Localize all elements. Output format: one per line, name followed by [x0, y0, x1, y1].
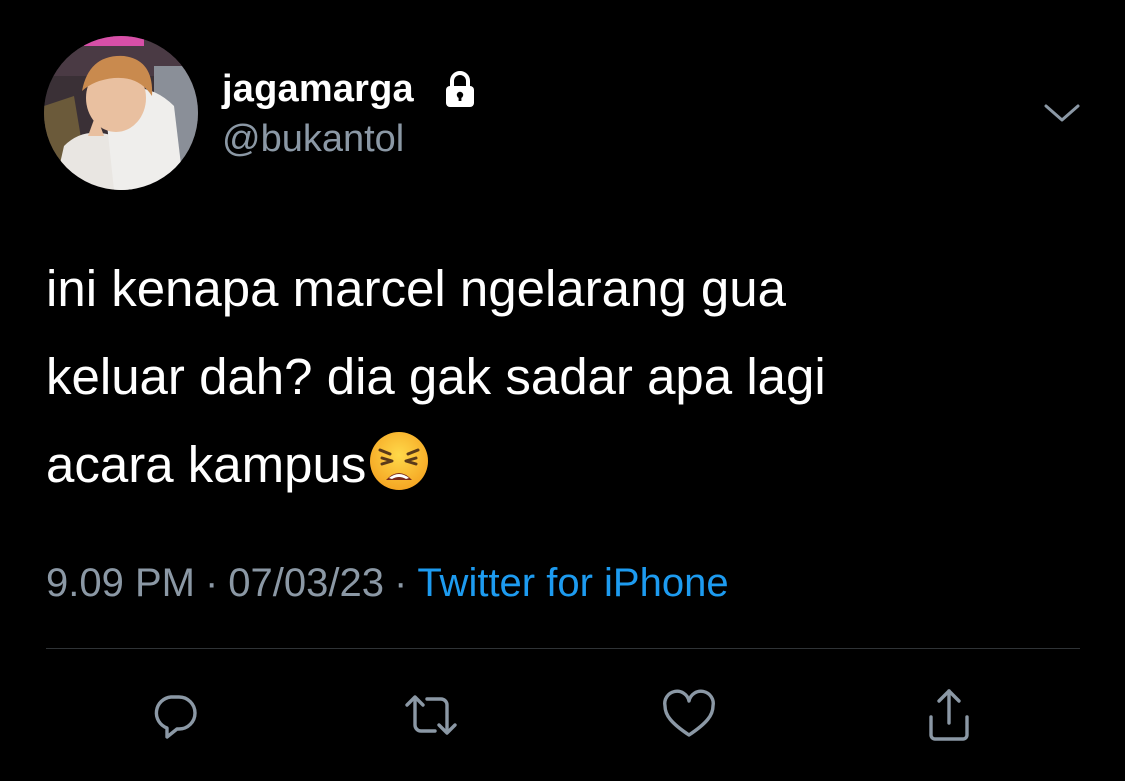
- retweet-icon: [405, 695, 457, 735]
- reply-button[interactable]: [140, 680, 210, 750]
- tweet-time: 9.09 PM: [46, 561, 195, 605]
- action-bar: [0, 680, 1125, 750]
- tweet-detail: jagamarga @bukantol ini kenapa marcel ng…: [0, 0, 1125, 781]
- heart-icon: [663, 689, 715, 737]
- tweet-text-line: acara kampus: [46, 436, 367, 493]
- user-handle[interactable]: @bukantol: [222, 118, 404, 161]
- tweet-source-link[interactable]: Twitter for iPhone: [417, 561, 728, 605]
- meta-separator: ·: [394, 561, 408, 605]
- display-name-row: jagamarga: [222, 64, 482, 114]
- meta-separator: ·: [204, 561, 219, 605]
- share-button[interactable]: [914, 680, 984, 750]
- tweet-text-line: keluar dah? dia gak sadar apa lagi: [46, 348, 826, 405]
- tweet-text: ini kenapa marcel ngelarang gua keluar d…: [46, 245, 1076, 509]
- divider: [46, 648, 1080, 649]
- chevron-down-icon[interactable]: [1042, 98, 1082, 128]
- tweet-text-line-last: acara kampus: [46, 421, 1076, 509]
- like-button[interactable]: [654, 680, 724, 750]
- tweet-meta: 9.09 PM · 07/03/23 · Twitter for iPhone: [46, 561, 729, 606]
- tweet-text-line: ini kenapa marcel ngelarang gua: [46, 260, 786, 317]
- weary-face-emoji: [368, 430, 430, 492]
- lock-icon: [438, 67, 482, 111]
- display-name[interactable]: jagamarga: [222, 68, 414, 111]
- avatar[interactable]: [44, 36, 198, 190]
- reply-icon: [154, 695, 197, 739]
- avatar-photo: [44, 36, 198, 190]
- retweet-button[interactable]: [396, 680, 466, 750]
- tweet-date: 07/03/23: [228, 561, 384, 605]
- share-icon: [929, 689, 969, 741]
